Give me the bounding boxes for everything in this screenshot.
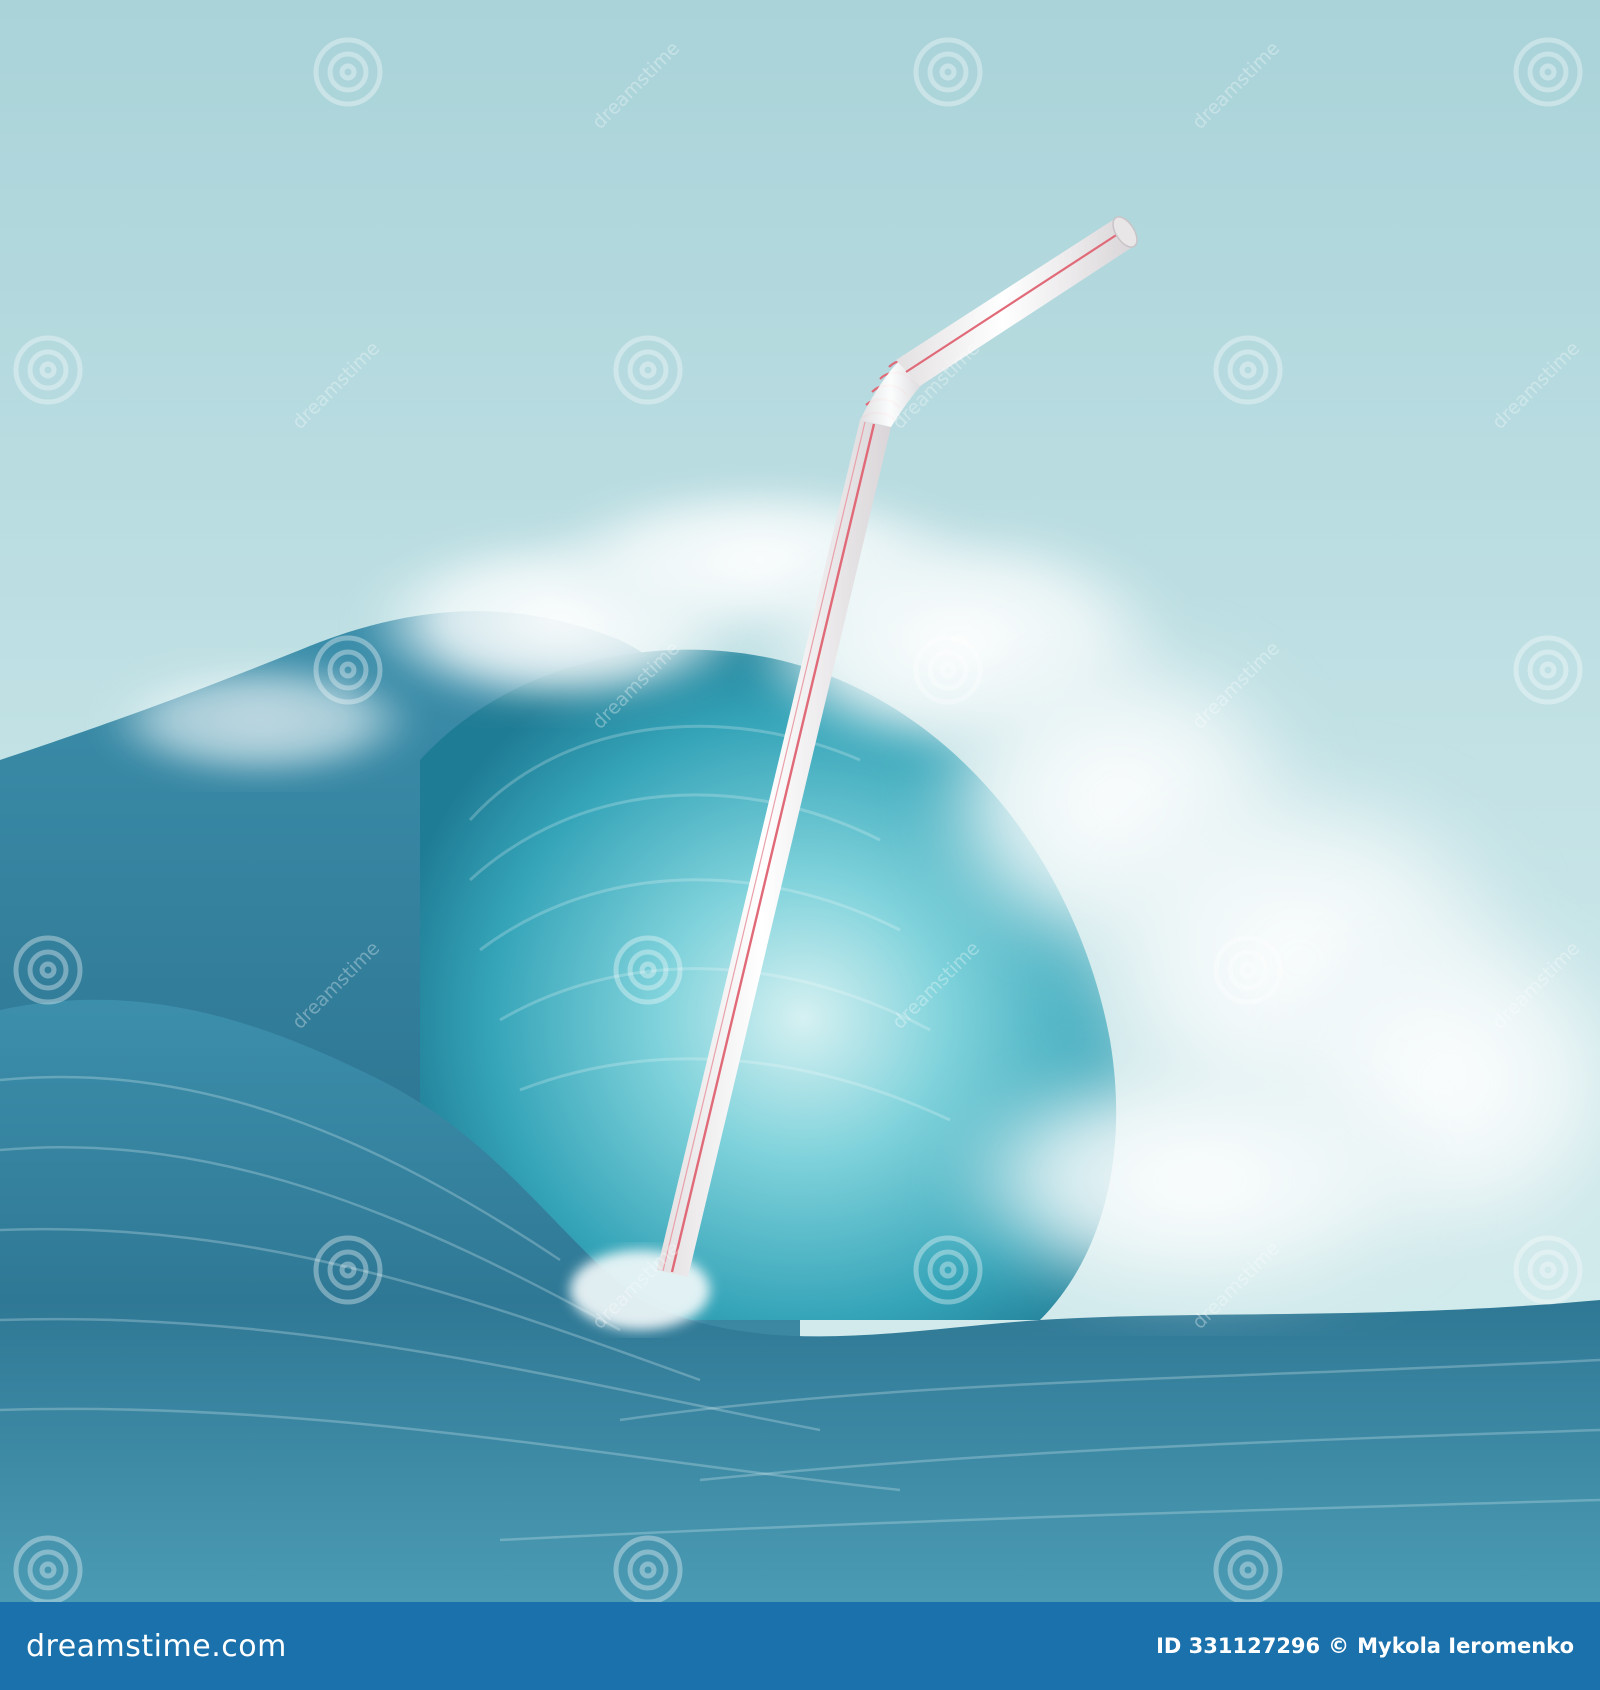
wave-with-straw-photo: dreamstime dreamstime dreamstime dreamst… (0, 0, 1600, 1602)
stock-credit-bar: dreamstime.com ID 331127296 © Mykola Ier… (0, 1602, 1600, 1690)
stock-photo-frame: dreamstime dreamstime dreamstime dreamst… (0, 0, 1600, 1690)
image-id: ID 331127296 (1156, 1634, 1321, 1658)
author-name: Mykola Ieromenko (1357, 1634, 1574, 1658)
copyright-symbol: © (1328, 1634, 1350, 1658)
dreamstime-logo-text: dreamstime.com (26, 1628, 287, 1664)
image-credit: ID 331127296 © Mykola Ieromenko (1156, 1634, 1574, 1658)
